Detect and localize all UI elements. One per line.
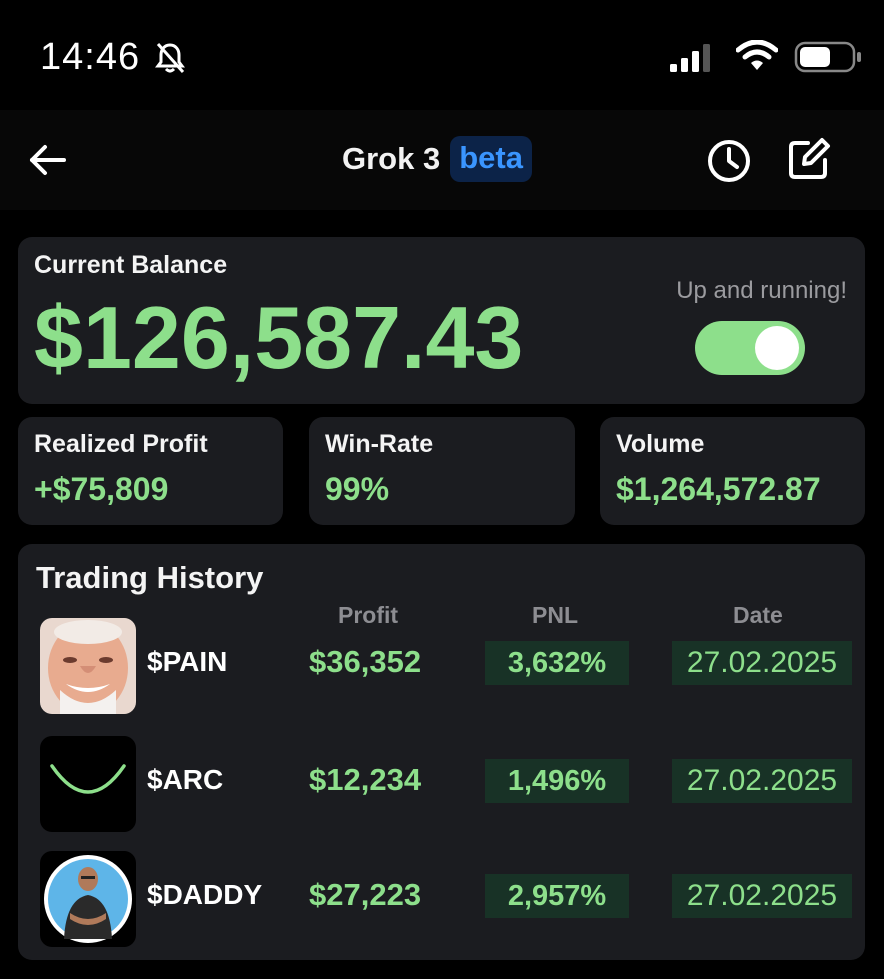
trade-profit: $12,234 [309,762,422,797]
bot-running-toggle[interactable] [695,321,805,375]
stat-value: $1,264,572.87 [616,471,821,507]
stat-label: Volume [616,430,705,458]
app-title: Grok 3 [342,141,441,176]
running-status-text: Up and running! [676,277,847,304]
trade-profit: $27,223 [309,877,422,912]
back-arrow-icon[interactable] [28,140,68,180]
trade-date: 27.02.2025 [672,874,852,918]
volume-card: Volume $1,264,572.87 [600,417,865,525]
green-arc-logo [40,736,136,832]
history-clock-icon[interactable] [706,138,752,184]
trade-row[interactable]: $ARC $12,234 1,496% 27.02.2025 [18,734,865,834]
trade-date: 27.02.2025 [672,641,852,685]
stat-value: 99% [325,471,390,507]
toggle-knob [755,326,799,370]
trading-history-card: Trading History Profit PNL Date $PAIN $3… [18,544,865,960]
signal-icon [670,44,710,72]
man-portrait-avatar [40,851,136,947]
balance-value: $126,587.43 [34,288,524,387]
status-time: 14:46 [40,36,141,78]
balance-label: Current Balance [34,251,228,279]
trade-profit: $36,352 [309,644,422,679]
app-header: Grok 3 beta [0,110,884,210]
win-rate-card: Win-Rate 99% [309,417,575,525]
trade-row[interactable]: $PAIN $36,352 3,632% 27.02.2025 [18,616,865,716]
trade-pnl: 3,632% [485,641,629,685]
battery-icon [794,41,861,73]
edit-icon[interactable] [786,136,832,182]
trade-pnl: 1,496% [485,759,629,803]
status-bar: 14:46 [0,0,884,110]
trading-history-title: Trading History [36,560,264,595]
smiling-man-avatar [40,618,136,714]
trade-pnl: 2,957% [485,874,629,918]
stat-label: Win-Rate [325,430,434,458]
stat-label: Realized Profit [34,430,208,458]
trade-date: 27.02.2025 [672,759,852,803]
stat-value: +$75,809 [34,471,169,507]
trade-ticker: $DADDY [147,879,263,910]
realized-profit-card: Realized Profit +$75,809 [18,417,283,525]
trade-ticker: $ARC [147,764,224,795]
bell-slash-icon [155,43,185,73]
beta-badge: beta [450,136,532,182]
balance-card: Current Balance $126,587.43 Up and runni… [18,237,865,404]
trade-ticker: $PAIN [147,646,228,677]
header-title-group: Grok 3 beta [342,136,532,182]
wifi-icon [736,40,778,70]
trade-row[interactable]: $DADDY $27,223 2,957% 27.02.2025 [18,849,865,949]
